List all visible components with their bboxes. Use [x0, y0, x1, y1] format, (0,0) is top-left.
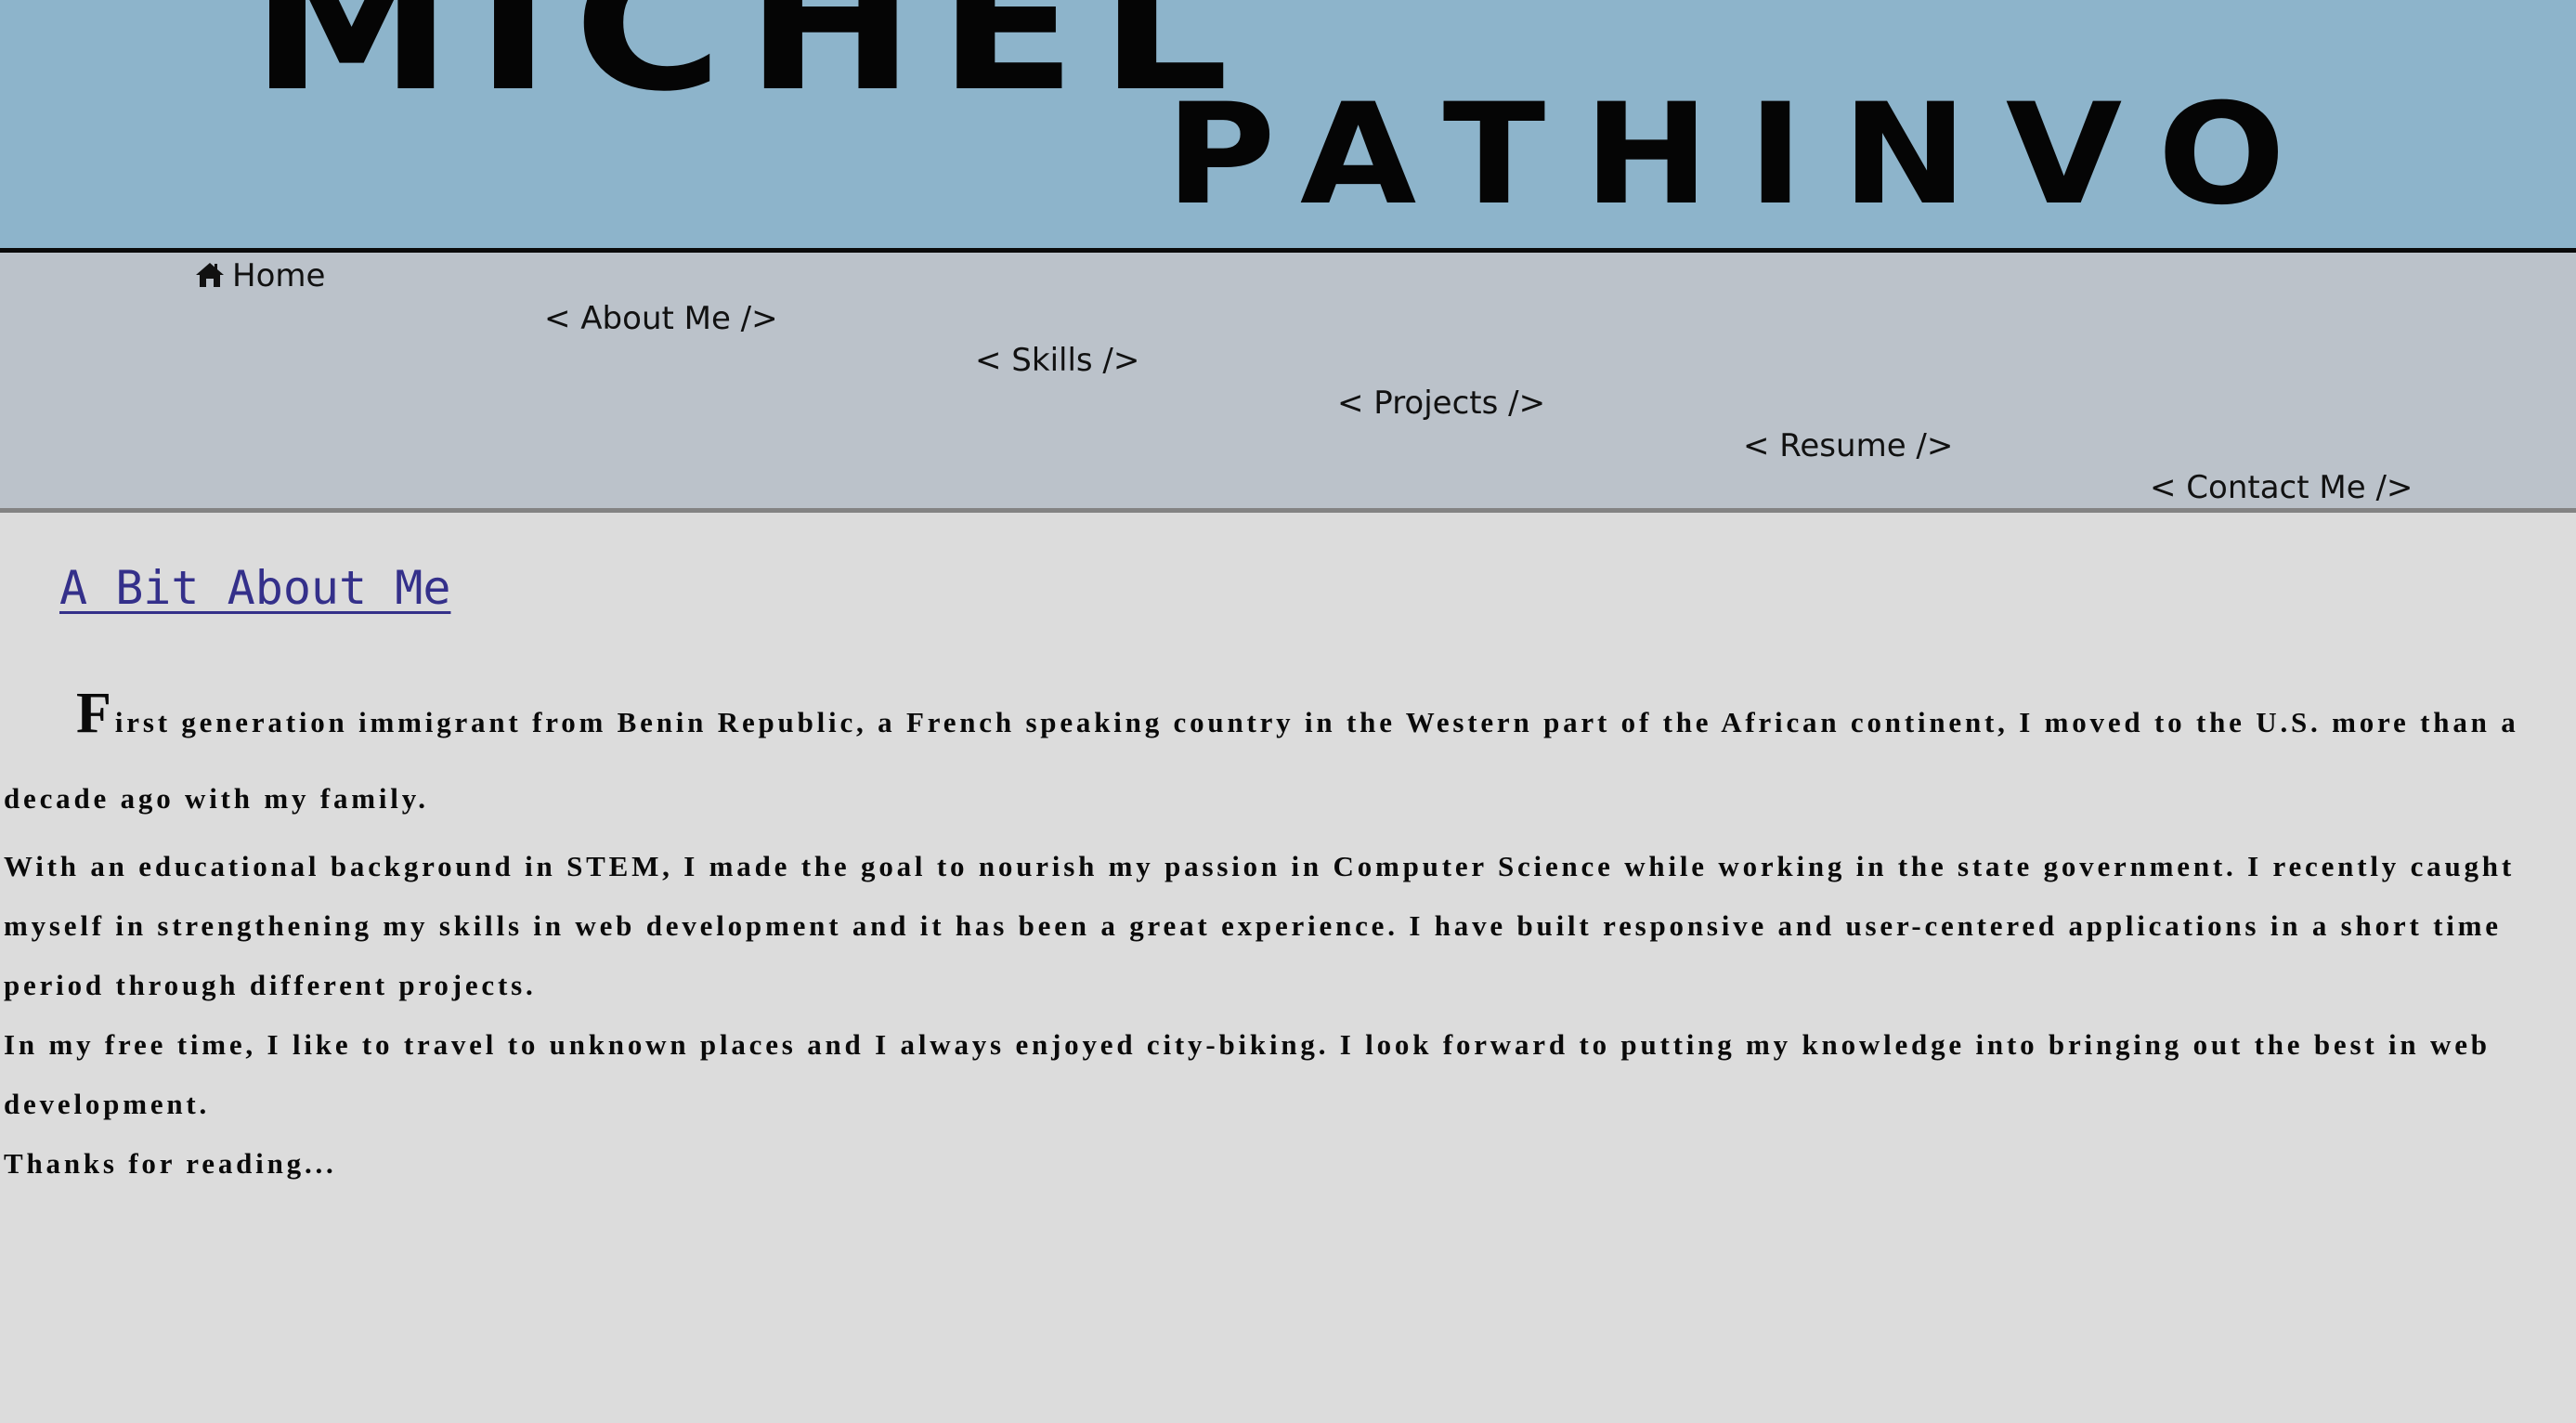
home-icon — [195, 262, 225, 288]
logo-first-name: michel — [251, 0, 1252, 131]
nav-resume-link[interactable]: < Resume /> — [1743, 430, 1953, 462]
nav-skills-link[interactable]: < Skills /> — [975, 345, 1139, 376]
nav-about-link[interactable]: < About Me /> — [544, 303, 778, 334]
section-title-link[interactable]: A Bit About Me — [59, 561, 450, 615]
site-header: michel pathinvo — [0, 0, 2576, 253]
main-nav: Home < About Me /> < Skills /> < Project… — [0, 253, 2576, 513]
nav-home-label: Home — [232, 257, 326, 294]
nav-projects-link[interactable]: < Projects /> — [1337, 387, 1545, 419]
bio-paragraph: In my free time, I like to travel to unk… — [4, 1028, 2491, 1120]
bio-closing: Thanks for reading... — [4, 1147, 337, 1180]
logo-last-name: pathinvo — [1165, 74, 2324, 236]
bio-paragraph: With an educational background in STEM, … — [4, 850, 2515, 1001]
about-section: A Bit About Me First generation immigran… — [0, 513, 2576, 1423]
nav-home-link[interactable]: Home — [195, 260, 325, 292]
bio-paragraph: First generation immigrant from Benin Re… — [4, 682, 2519, 815]
nav-contact-link[interactable]: < Contact Me /> — [2150, 472, 2413, 503]
bio-text: First generation immigrant from Benin Re… — [4, 675, 2562, 1194]
